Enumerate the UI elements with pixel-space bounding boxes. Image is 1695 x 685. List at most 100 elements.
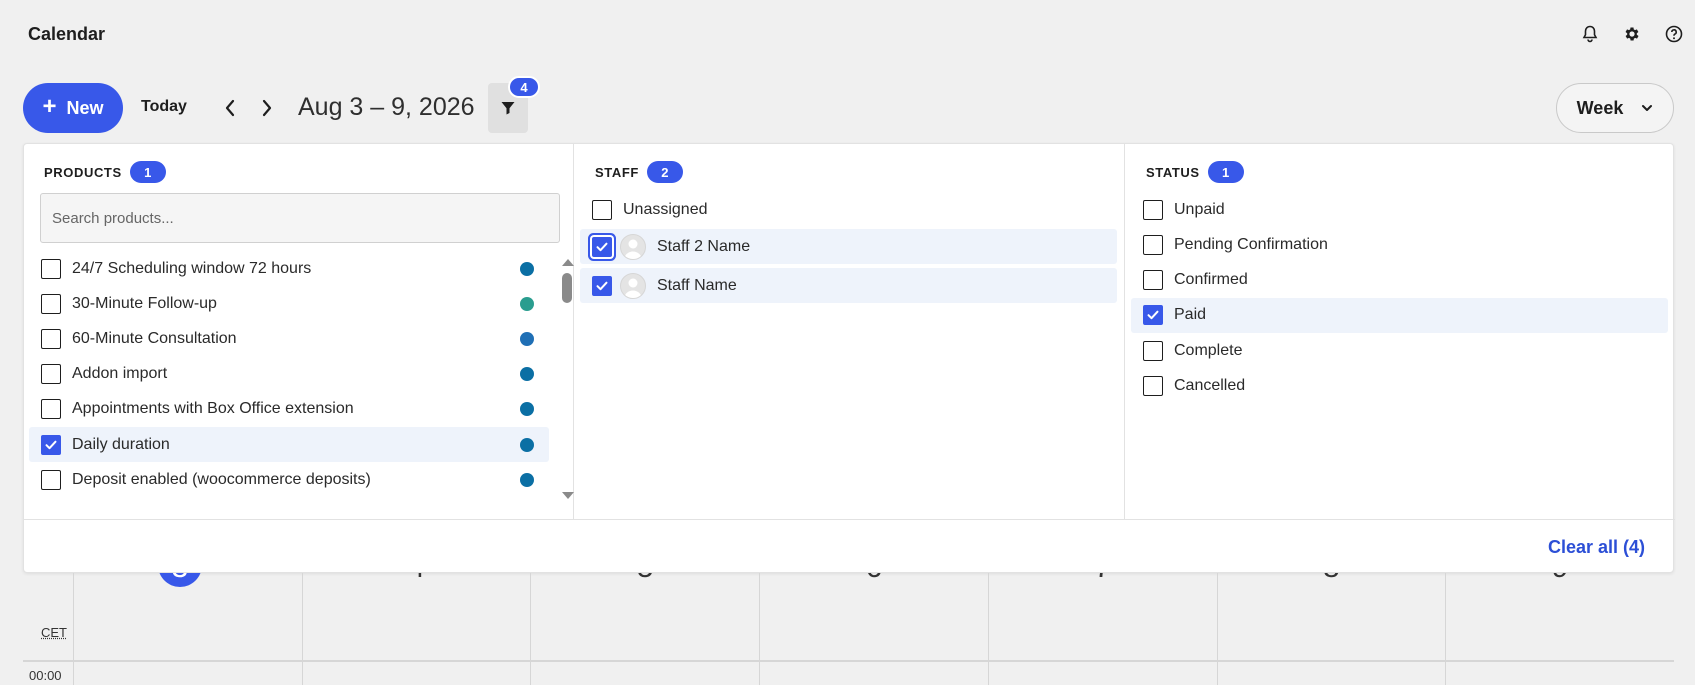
day-column[interactable]: 5 xyxy=(530,573,759,685)
status-filter-item[interactable]: Confirmed xyxy=(1131,263,1668,298)
next-week-button[interactable] xyxy=(255,96,279,120)
status-count-badge: 1 xyxy=(1207,161,1244,183)
view-selector[interactable]: Week xyxy=(1556,83,1674,133)
status-filter-item[interactable]: Unpaid xyxy=(1131,192,1668,227)
product-filter-label: 60-Minute Consultation xyxy=(72,329,237,347)
scroll-down-arrow-icon[interactable] xyxy=(562,492,574,499)
scroll-up-arrow-icon[interactable] xyxy=(562,259,574,266)
checkmark-icon xyxy=(1147,311,1159,320)
checkbox[interactable] xyxy=(1143,305,1163,326)
new-button-label: New xyxy=(66,97,104,118)
status-filter-item[interactable]: Complete xyxy=(1131,333,1668,368)
day-number[interactable]: 9 xyxy=(1446,573,1674,585)
day-number[interactable]: 4 xyxy=(303,573,531,585)
header-actions xyxy=(1569,22,1695,46)
filter-panel: PRODUCTS 1 24/7 Scheduling window 72 hou… xyxy=(23,143,1675,573)
staff-count-badge: 2 xyxy=(646,161,683,183)
checkbox[interactable] xyxy=(41,434,61,455)
product-filter-label: 30-Minute Follow-up xyxy=(72,294,217,312)
time-label: 00:00 xyxy=(29,668,62,683)
product-search-input[interactable] xyxy=(40,193,560,243)
status-filter-label: Confirmed xyxy=(1174,271,1248,289)
product-list-scrollbar[interactable] xyxy=(559,259,574,499)
checkbox[interactable] xyxy=(592,275,612,296)
product-filter-item[interactable]: 60-Minute Consultation xyxy=(29,321,549,356)
staff-filter-item[interactable]: Unassigned xyxy=(580,192,1117,227)
day-column[interactable]: 9 xyxy=(1445,573,1674,685)
day-column[interactable]: 3 xyxy=(73,573,302,685)
checkmark-icon xyxy=(45,440,57,449)
product-color-dot xyxy=(520,402,534,417)
checkbox[interactable] xyxy=(1143,340,1163,361)
clear-all-button[interactable]: Clear all (4) xyxy=(1548,537,1645,558)
checkbox[interactable] xyxy=(41,258,61,279)
staff-filter-label: Staff Name xyxy=(657,276,737,294)
checkbox[interactable] xyxy=(41,469,61,490)
staff-heading-label: STAFF xyxy=(595,164,639,180)
status-filter-label: Cancelled xyxy=(1174,377,1246,394)
product-filter-item[interactable]: Addon import xyxy=(29,357,549,392)
checkbox[interactable] xyxy=(1143,234,1163,255)
day-number[interactable]: 5 xyxy=(531,573,759,585)
product-filter-item[interactable]: Deposit enabled (woocommerce deposits) xyxy=(29,462,549,497)
chevron-left-icon xyxy=(225,99,235,117)
day-column[interactable]: 4 xyxy=(301,573,531,685)
checkbox[interactable] xyxy=(1143,376,1163,396)
status-filter-item[interactable]: Pending Confirmation xyxy=(1131,227,1668,262)
products-filter: PRODUCTS 1 24/7 Scheduling window 72 hou… xyxy=(24,144,574,519)
checkbox[interactable] xyxy=(41,364,61,385)
gear-icon[interactable] xyxy=(1611,22,1653,46)
checkbox[interactable] xyxy=(592,236,612,257)
staff-heading: STAFF 2 xyxy=(595,161,683,183)
week-grid: CET 00:00 3456789 xyxy=(23,573,1674,685)
product-filter-item[interactable]: 24/7 Scheduling window 72 hours xyxy=(29,251,549,286)
new-button[interactable]: + New xyxy=(23,83,123,133)
checkbox[interactable] xyxy=(1143,199,1163,220)
products-heading-label: PRODUCTS xyxy=(44,164,122,180)
product-color-dot xyxy=(520,367,534,382)
checkbox[interactable] xyxy=(41,399,61,420)
day-number[interactable]: 7 xyxy=(989,573,1217,585)
previous-week-button[interactable] xyxy=(218,96,242,120)
filter-count-badge: 4 xyxy=(508,76,540,98)
scroll-thumb[interactable] xyxy=(562,273,572,303)
product-filter-item[interactable]: Daily duration xyxy=(29,427,549,462)
checkbox[interactable] xyxy=(1143,270,1163,291)
product-filter-label: Appointments with Box Office extension xyxy=(72,400,354,418)
product-filter-label: 24/7 Scheduling window 72 hours xyxy=(72,259,312,277)
staff-filter-item[interactable]: Staff 2 Name xyxy=(580,229,1117,264)
app-title: Calendar xyxy=(28,24,106,44)
day-column[interactable]: 6 xyxy=(759,573,988,685)
product-filter-label: Deposit enabled (woocommerce deposits) xyxy=(72,470,371,488)
status-filter-label: Complete xyxy=(1174,341,1243,359)
filter-panel-footer: Clear all (4) xyxy=(24,519,1675,573)
day-column[interactable]: 8 xyxy=(1216,573,1446,685)
day-number[interactable]: 3 xyxy=(74,573,294,585)
day-number[interactable]: 6 xyxy=(760,573,988,585)
product-filter-label: Addon import xyxy=(72,365,168,383)
status-filter-item[interactable]: Paid xyxy=(1131,297,1668,333)
plus-icon: + xyxy=(42,93,57,120)
checkbox[interactable] xyxy=(41,328,61,349)
date-range-label: Aug 3 – 9, 2026 xyxy=(298,93,475,121)
day-number[interactable]: 8 xyxy=(1218,573,1446,585)
checkmark-icon xyxy=(596,281,608,290)
staff-filter-item[interactable]: Staff Name xyxy=(580,268,1117,303)
help-icon[interactable] xyxy=(1653,22,1695,46)
checkbox[interactable] xyxy=(592,199,612,220)
product-filter-item[interactable]: Appointments with Box Office extension xyxy=(29,392,549,427)
status-heading: STATUS 1 xyxy=(1146,161,1244,183)
status-filter-item[interactable]: Cancelled xyxy=(1131,369,1668,404)
bell-icon[interactable] xyxy=(1569,22,1611,46)
staff-filter: STAFF 2 Unassigned Staff 2 Name Staff Name xyxy=(575,144,1125,519)
today-button[interactable]: Today xyxy=(141,98,187,116)
product-filter-item[interactable]: 30-Minute Follow-up xyxy=(29,286,549,321)
product-filter-label: Daily duration xyxy=(72,435,170,453)
avatar xyxy=(620,233,646,260)
chevron-right-icon xyxy=(262,99,272,117)
timezone-label: CET xyxy=(41,625,67,640)
product-list: 24/7 Scheduling window 72 hours 30-Minute… xyxy=(24,249,574,499)
checkbox[interactable] xyxy=(41,293,61,314)
staff-filter-label: Staff 2 Name xyxy=(657,237,751,255)
day-column[interactable]: 7 xyxy=(987,573,1217,685)
